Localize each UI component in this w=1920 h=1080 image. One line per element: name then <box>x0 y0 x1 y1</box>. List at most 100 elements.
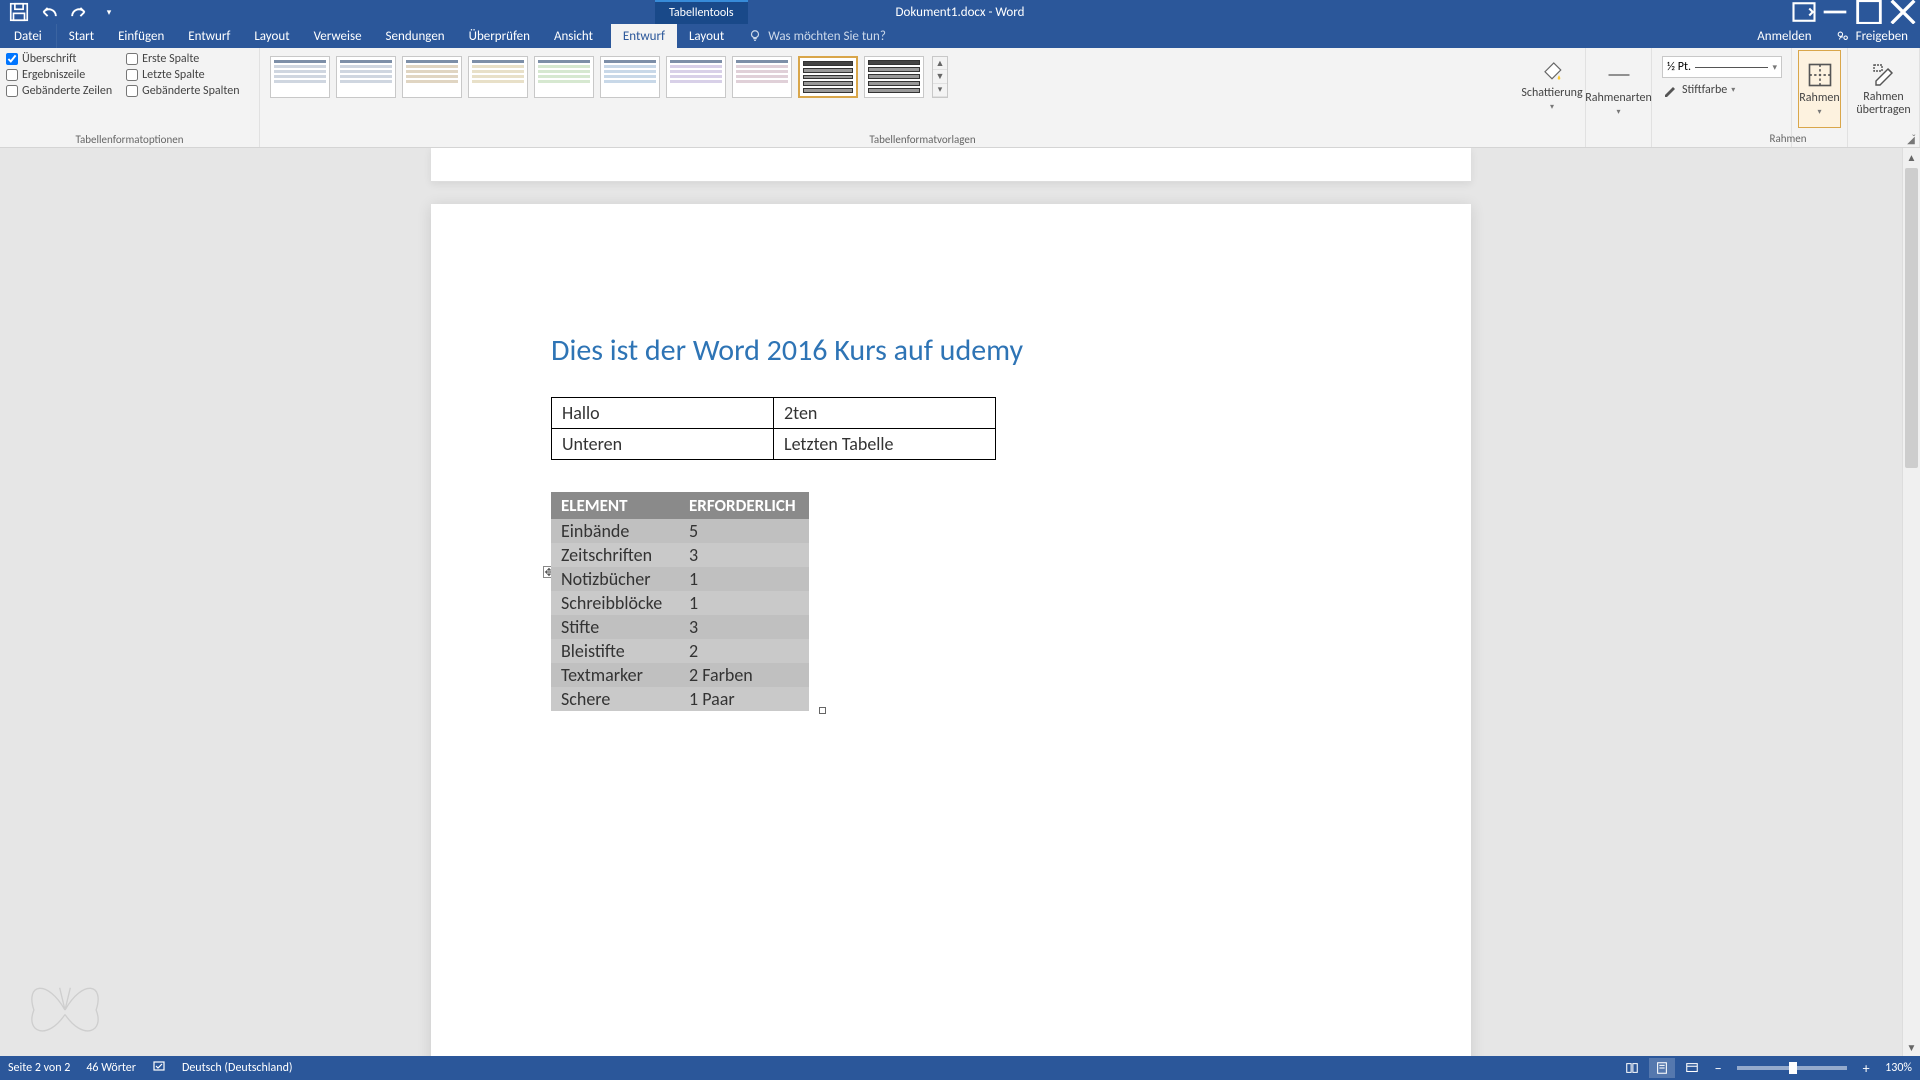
gallery-scroll-up-icon[interactable]: ▲ <box>933 57 947 70</box>
table-style-thumb[interactable] <box>336 56 396 98</box>
status-language[interactable]: Deutsch (Deutschland) <box>182 1061 293 1075</box>
status-spellcheck-icon[interactable] <box>152 1059 166 1077</box>
zoom-level[interactable]: 130% <box>1885 1061 1912 1075</box>
table-style-thumb[interactable] <box>732 56 792 98</box>
document-canvas[interactable]: Dies ist der Word 2016 Kurs auf udemy Ha… <box>0 148 1902 1056</box>
table-cell[interactable]: Textmarker <box>551 663 679 687</box>
shading-button[interactable]: Schattierung ▾ <box>1527 52 1577 116</box>
tab-ansicht[interactable]: Ansicht <box>542 24 605 48</box>
checkbox-header-row[interactable]: Überschrift <box>6 52 112 66</box>
tab-verweise[interactable]: Verweise <box>302 24 374 48</box>
table-style-thumb[interactable] <box>798 56 858 98</box>
signin-button[interactable]: Anmelden <box>1745 29 1823 44</box>
table-cell[interactable]: Zeitschriften <box>551 543 679 567</box>
scroll-down-icon[interactable]: ▼ <box>1903 1038 1920 1056</box>
table-style-thumb[interactable] <box>468 56 528 98</box>
table-cell[interactable]: Schreibblöcke <box>551 591 679 615</box>
table-header-cell[interactable]: ERFORDERLICH <box>679 492 809 519</box>
tab-ueberpruefen[interactable]: Überprüfen <box>457 24 542 48</box>
table-cell[interactable]: 1 <box>679 591 809 615</box>
tab-start[interactable]: Start <box>57 24 106 48</box>
table-cell[interactable]: 1 Paar <box>679 687 809 711</box>
table-cell[interactable]: 3 <box>679 615 809 639</box>
table-cell[interactable]: 5 <box>679 519 809 543</box>
table-style-thumb[interactable] <box>864 56 924 98</box>
table-cell[interactable]: Hallo <box>552 398 774 429</box>
file-tab[interactable]: Datei <box>0 24 57 48</box>
table-cell[interactable]: Letzten Tabelle <box>774 429 996 460</box>
zoom-slider-knob[interactable] <box>1789 1062 1797 1074</box>
view-read-mode-icon[interactable] <box>1619 1058 1645 1078</box>
gallery-more-icon[interactable]: ▾ <box>933 84 947 97</box>
checkbox-total-row[interactable]: Ergebniszeile <box>6 68 112 82</box>
table-cell[interactable]: Einbände <box>551 519 679 543</box>
pen-color-dropdown[interactable]: Stiftfarbe ▾ <box>1662 80 1781 100</box>
table-cell[interactable]: 3 <box>679 543 809 567</box>
borders-button[interactable]: Rahmen ▾ <box>1798 50 1841 128</box>
tell-me-search[interactable]: Was möchten Sie tun? <box>736 24 898 48</box>
status-page[interactable]: Seite 2 von 2 <box>8 1061 70 1075</box>
tab-einfuegen[interactable]: Einfügen <box>106 24 176 48</box>
table-cell[interactable]: 2 <box>679 639 809 663</box>
table-cell[interactable]: Stifte <box>551 615 679 639</box>
collapse-ribbon-icon[interactable]: ˇ <box>1912 132 1916 145</box>
table-cell[interactable]: Unteren <box>552 429 774 460</box>
tab-entwurf[interactable]: Entwurf <box>176 24 242 48</box>
view-print-layout-icon[interactable] <box>1649 1058 1675 1078</box>
table-cell[interactable]: Schere <box>551 687 679 711</box>
gallery-scroll[interactable]: ▲ ▼ ▾ <box>932 56 948 98</box>
border-painter-label: Rahmen übertragen <box>1856 91 1911 117</box>
table-header-cell[interactable]: ELEMENT <box>551 492 679 519</box>
group-label-styles: Tabellenformatvorlagen <box>266 131 1579 147</box>
scrollbar-thumb[interactable] <box>1905 168 1918 468</box>
tab-layout[interactable]: Layout <box>242 24 301 48</box>
table-cell[interactable]: 1 <box>679 567 809 591</box>
share-button[interactable]: Freigeben <box>1824 29 1920 44</box>
undo-icon[interactable] <box>38 2 60 22</box>
save-icon[interactable] <box>8 2 30 22</box>
tab-table-entwurf[interactable]: Entwurf <box>611 24 677 48</box>
checkbox-banded-rows[interactable]: Gebänderte Zeilen <box>6 84 112 98</box>
gallery-scroll-down-icon[interactable]: ▼ <box>933 70 947 83</box>
table-simple[interactable]: Hallo2tenUnterenLetzten Tabelle <box>551 397 996 460</box>
group-table-styles: ▲ ▼ ▾ Schattierung ▾ Tabellenformatvorla… <box>260 48 1586 147</box>
close-button[interactable] <box>1886 0 1920 24</box>
border-styles-label: Rahmenarten <box>1585 91 1652 105</box>
contextual-tab-label: Tabellentools <box>655 0 748 24</box>
border-painter-button[interactable]: Rahmen übertragen <box>1854 50 1913 128</box>
view-web-layout-icon[interactable] <box>1679 1058 1705 1078</box>
zoom-slider[interactable] <box>1737 1066 1847 1070</box>
redo-icon[interactable] <box>68 2 90 22</box>
tab-sendungen[interactable]: Sendungen <box>374 24 457 48</box>
scroll-up-icon[interactable]: ▲ <box>1903 148 1920 166</box>
table-cell[interactable]: 2 Farben <box>679 663 809 687</box>
document-heading[interactable]: Dies ist der Word 2016 Kurs auf udemy <box>551 332 1351 369</box>
table-cell[interactable]: 2ten <box>774 398 996 429</box>
zoom-out-button[interactable]: − <box>1709 1060 1727 1077</box>
qat-customize-icon[interactable]: ▾ <box>98 2 120 22</box>
table-style-thumb[interactable] <box>600 56 660 98</box>
table-supplies[interactable]: ELEMENTERFORDERLICHEinbände5Zeitschrifte… <box>551 492 809 711</box>
table-style-thumb[interactable] <box>270 56 330 98</box>
table-cell[interactable]: Notizbücher <box>551 567 679 591</box>
tab-table-layout[interactable]: Layout <box>677 24 736 48</box>
checkbox-first-column[interactable]: Erste Spalte <box>126 52 239 66</box>
table-style-thumb[interactable] <box>402 56 462 98</box>
status-word-count[interactable]: 46 Wörter <box>86 1061 136 1075</box>
table-styles-gallery[interactable]: ▲ ▼ ▾ <box>266 50 1579 104</box>
border-styles-button[interactable]: Rahmenarten ▾ <box>1592 50 1645 128</box>
maximize-button[interactable] <box>1852 0 1886 24</box>
pen-weight-dropdown[interactable]: ½ Pt. ▾ <box>1662 56 1782 78</box>
table-cell[interactable]: Bleistifte <box>551 639 679 663</box>
ribbon-display-options-icon[interactable] <box>1790 0 1818 24</box>
table-style-thumb[interactable] <box>534 56 594 98</box>
zoom-in-button[interactable]: + <box>1857 1060 1875 1077</box>
table-style-thumb[interactable] <box>666 56 726 98</box>
table-resize-handle-icon[interactable] <box>819 707 826 714</box>
share-label: Freigeben <box>1856 29 1908 44</box>
group-label-frames: Rahmen <box>1658 130 1918 146</box>
vertical-scrollbar[interactable]: ▲ ▼ <box>1902 148 1920 1056</box>
checkbox-last-column[interactable]: Letzte Spalte <box>126 68 239 82</box>
minimize-button[interactable] <box>1818 0 1852 24</box>
checkbox-banded-columns[interactable]: Gebänderte Spalten <box>126 84 239 98</box>
